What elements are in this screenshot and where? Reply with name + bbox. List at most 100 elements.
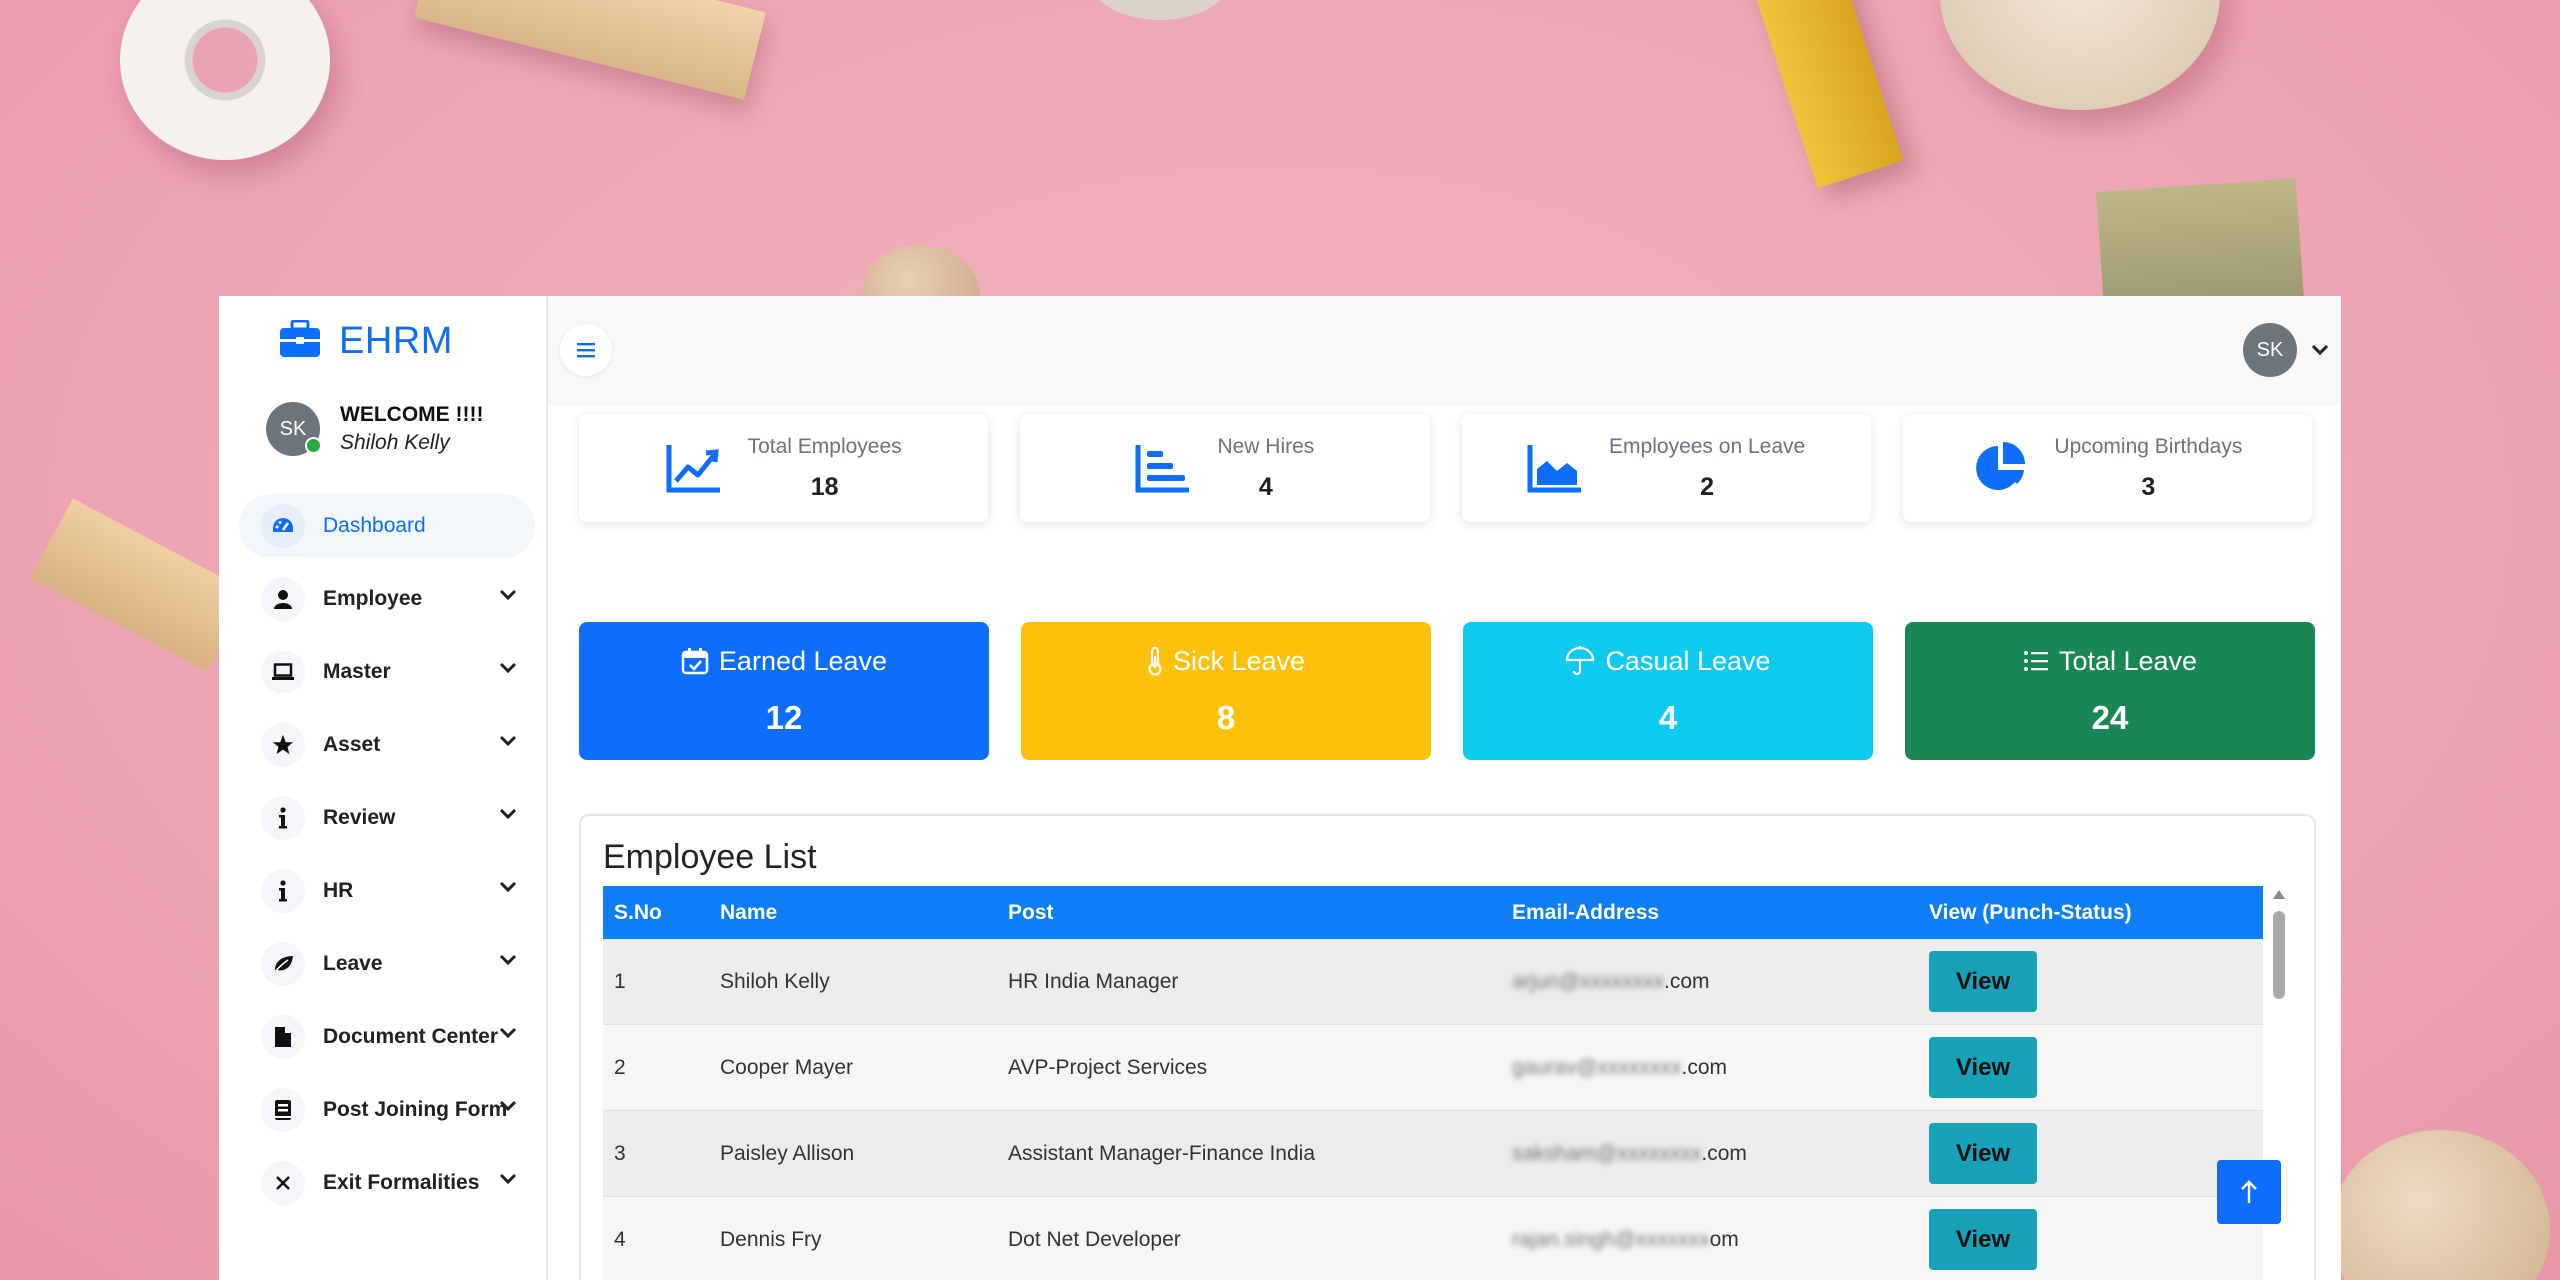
- email-redacted: saksham@xxxxxxxx: [1512, 1141, 1702, 1165]
- sidebar-item-label: Review: [323, 806, 396, 829]
- view-punch-status-button[interactable]: View: [1929, 1209, 2037, 1270]
- sidebar-item-label: Master: [323, 660, 391, 683]
- brand-logo[interactable]: EHRM: [279, 316, 453, 366]
- employee-list-panel: Employee List S.No Name Post Email-Addre…: [579, 814, 2316, 1280]
- leave-value: 4: [1658, 698, 1678, 736]
- file-icon: [261, 1015, 305, 1059]
- cell-email: rajan.singh@xxxxxxxom: [1501, 1196, 1918, 1280]
- yellow-block-decoration: [1746, 0, 1904, 189]
- sidebar-item-label: Asset: [323, 733, 381, 756]
- book-icon: [261, 1088, 305, 1132]
- table-row: 4 Dennis Fry Dot Net Developer rajan.sin…: [603, 1196, 2263, 1280]
- view-punch-status-button[interactable]: View: [1929, 951, 2037, 1012]
- email-suffix: .com: [1701, 1141, 1747, 1165]
- sidebar-item-label: Post Joining Form: [323, 1098, 508, 1121]
- pie-chart-icon: [1976, 442, 2026, 490]
- chevron-down-icon[interactable]: [2311, 344, 2329, 356]
- menu-toggle-button[interactable]: [560, 324, 612, 376]
- leave-value: 12: [765, 698, 803, 736]
- umbrella-icon: [1566, 646, 1595, 676]
- sidebar-item-master[interactable]: Master: [239, 640, 535, 704]
- sidebar-item-asset[interactable]: Asset: [239, 713, 535, 777]
- info-icon: [261, 869, 305, 913]
- cell-view: View: [1918, 1024, 2263, 1111]
- stat-value: 18: [810, 472, 839, 501]
- stat-card-total-employees: Total Employees 18: [579, 414, 989, 522]
- sidebar-item-label: Dashboard: [323, 514, 426, 537]
- scrollbar-thumb[interactable]: [2273, 911, 2285, 999]
- cell-view: View: [1918, 1110, 2263, 1197]
- sidebar: EHRM SK WELCOME !!!! Shiloh Kelly Dashbo…: [219, 296, 548, 1280]
- cell-sno: 2: [603, 1024, 709, 1111]
- user-menu[interactable]: SK: [2243, 323, 2329, 377]
- close-icon: [261, 1161, 305, 1205]
- cell-name: Paisley Allison: [709, 1110, 997, 1197]
- column-header-view: View (Punch-Status): [1918, 886, 2263, 939]
- wooden-knob-decoration: [1090, 0, 1230, 20]
- stat-value: 3: [2141, 472, 2156, 501]
- gauge-icon: [261, 504, 305, 548]
- wooden-ring-decoration: [120, 0, 330, 160]
- line-chart-icon: [666, 445, 720, 493]
- cell-name: Shiloh Kelly: [709, 939, 997, 1025]
- email-redacted: rajan.singh@xxxxxxx: [1512, 1227, 1710, 1251]
- sidebar-item-label: Leave: [323, 952, 383, 975]
- sidebar-item-exit-formalities[interactable]: Exit Formalities: [239, 1151, 535, 1215]
- leave-summary-row: Earned Leave 12 Sick Leave 8 Casual Leav…: [579, 622, 2315, 760]
- cell-post: Dot Net Developer: [997, 1196, 1501, 1280]
- sidebar-item-leave[interactable]: Leave: [239, 932, 535, 996]
- sidebar-item-post-joining-form[interactable]: Post Joining Form: [239, 1078, 535, 1142]
- leave-label: Earned Leave: [718, 645, 888, 676]
- app-window: EHRM SK WELCOME !!!! Shiloh Kelly Dashbo…: [219, 296, 2341, 1280]
- chevron-down-icon: [499, 589, 517, 601]
- email-suffix: .com: [1681, 1055, 1728, 1079]
- sidebar-item-review[interactable]: Review: [239, 786, 535, 850]
- chevron-down-icon: [499, 954, 517, 966]
- bar-chart-icon: [1135, 445, 1190, 493]
- laptop-icon: [261, 650, 305, 694]
- scroll-up-arrow-icon[interactable]: [2272, 888, 2286, 900]
- leave-label: Sick Leave: [1172, 645, 1306, 676]
- wooden-disk-decoration: [1940, 0, 2220, 110]
- leave-label: Casual Leave: [1605, 645, 1771, 676]
- list-icon: [2023, 651, 2048, 671]
- sidebar-item-document-center[interactable]: Document Center: [239, 1005, 535, 1069]
- column-header-email: Email-Address: [1501, 886, 1918, 939]
- view-punch-status-button[interactable]: View: [1929, 1037, 2037, 1098]
- stat-value: 4: [1258, 472, 1273, 501]
- view-punch-status-button[interactable]: View: [1929, 1123, 2037, 1184]
- cell-view: View: [1918, 939, 2263, 1025]
- stat-card-new-hires: New Hires 4: [1020, 414, 1430, 522]
- cell-email: gaurav@xxxxxxxx.com: [1501, 1024, 1918, 1111]
- welcome-block: SK WELCOME !!!! Shiloh Kelly: [266, 402, 483, 456]
- email-suffix: .com: [1664, 969, 1710, 993]
- table-row: 2 Cooper Mayer AVP-Project Services gaur…: [603, 1024, 2263, 1111]
- main-content: SK Total Employees 18 New Hires 4 Employ…: [548, 296, 2341, 1280]
- chevron-down-icon: [499, 1027, 517, 1039]
- leave-card-earned: Earned Leave 12: [579, 622, 989, 760]
- sidebar-item-dashboard[interactable]: Dashboard: [239, 494, 535, 558]
- column-header-sno: S.No: [603, 886, 709, 939]
- cell-sno: 3: [603, 1110, 709, 1197]
- chevron-down-icon: [499, 1100, 517, 1112]
- back-to-top-button[interactable]: [2217, 1160, 2281, 1224]
- employee-table: S.No Name Post Email-Address View (Punch…: [603, 886, 2263, 1280]
- sidebar-item-employee[interactable]: Employee: [239, 567, 535, 631]
- stat-value: 2: [1700, 472, 1715, 501]
- avatar-initials: SK: [279, 417, 307, 440]
- wooden-round-decoration: [2330, 1130, 2550, 1280]
- chevron-down-icon: [499, 735, 517, 747]
- stat-card-employees-on-leave: Employees on Leave 2: [1461, 414, 1871, 522]
- avatar[interactable]: SK: [2243, 323, 2297, 377]
- stat-label: New Hires: [1217, 434, 1315, 458]
- brand-name: EHRM: [339, 319, 453, 362]
- table-row: 3 Paisley Allison Assistant Manager-Fina…: [603, 1110, 2263, 1197]
- cell-email: arjun@xxxxxxxx.com: [1501, 939, 1918, 1025]
- leaf-icon: [261, 942, 305, 986]
- sidebar-item-hr[interactable]: HR: [239, 859, 535, 923]
- avatar: SK: [266, 402, 322, 456]
- column-header-name: Name: [709, 886, 997, 939]
- thermometer-icon: [1148, 646, 1162, 676]
- sidebar-item-label: Exit Formalities: [323, 1171, 480, 1194]
- person-icon: [261, 577, 305, 621]
